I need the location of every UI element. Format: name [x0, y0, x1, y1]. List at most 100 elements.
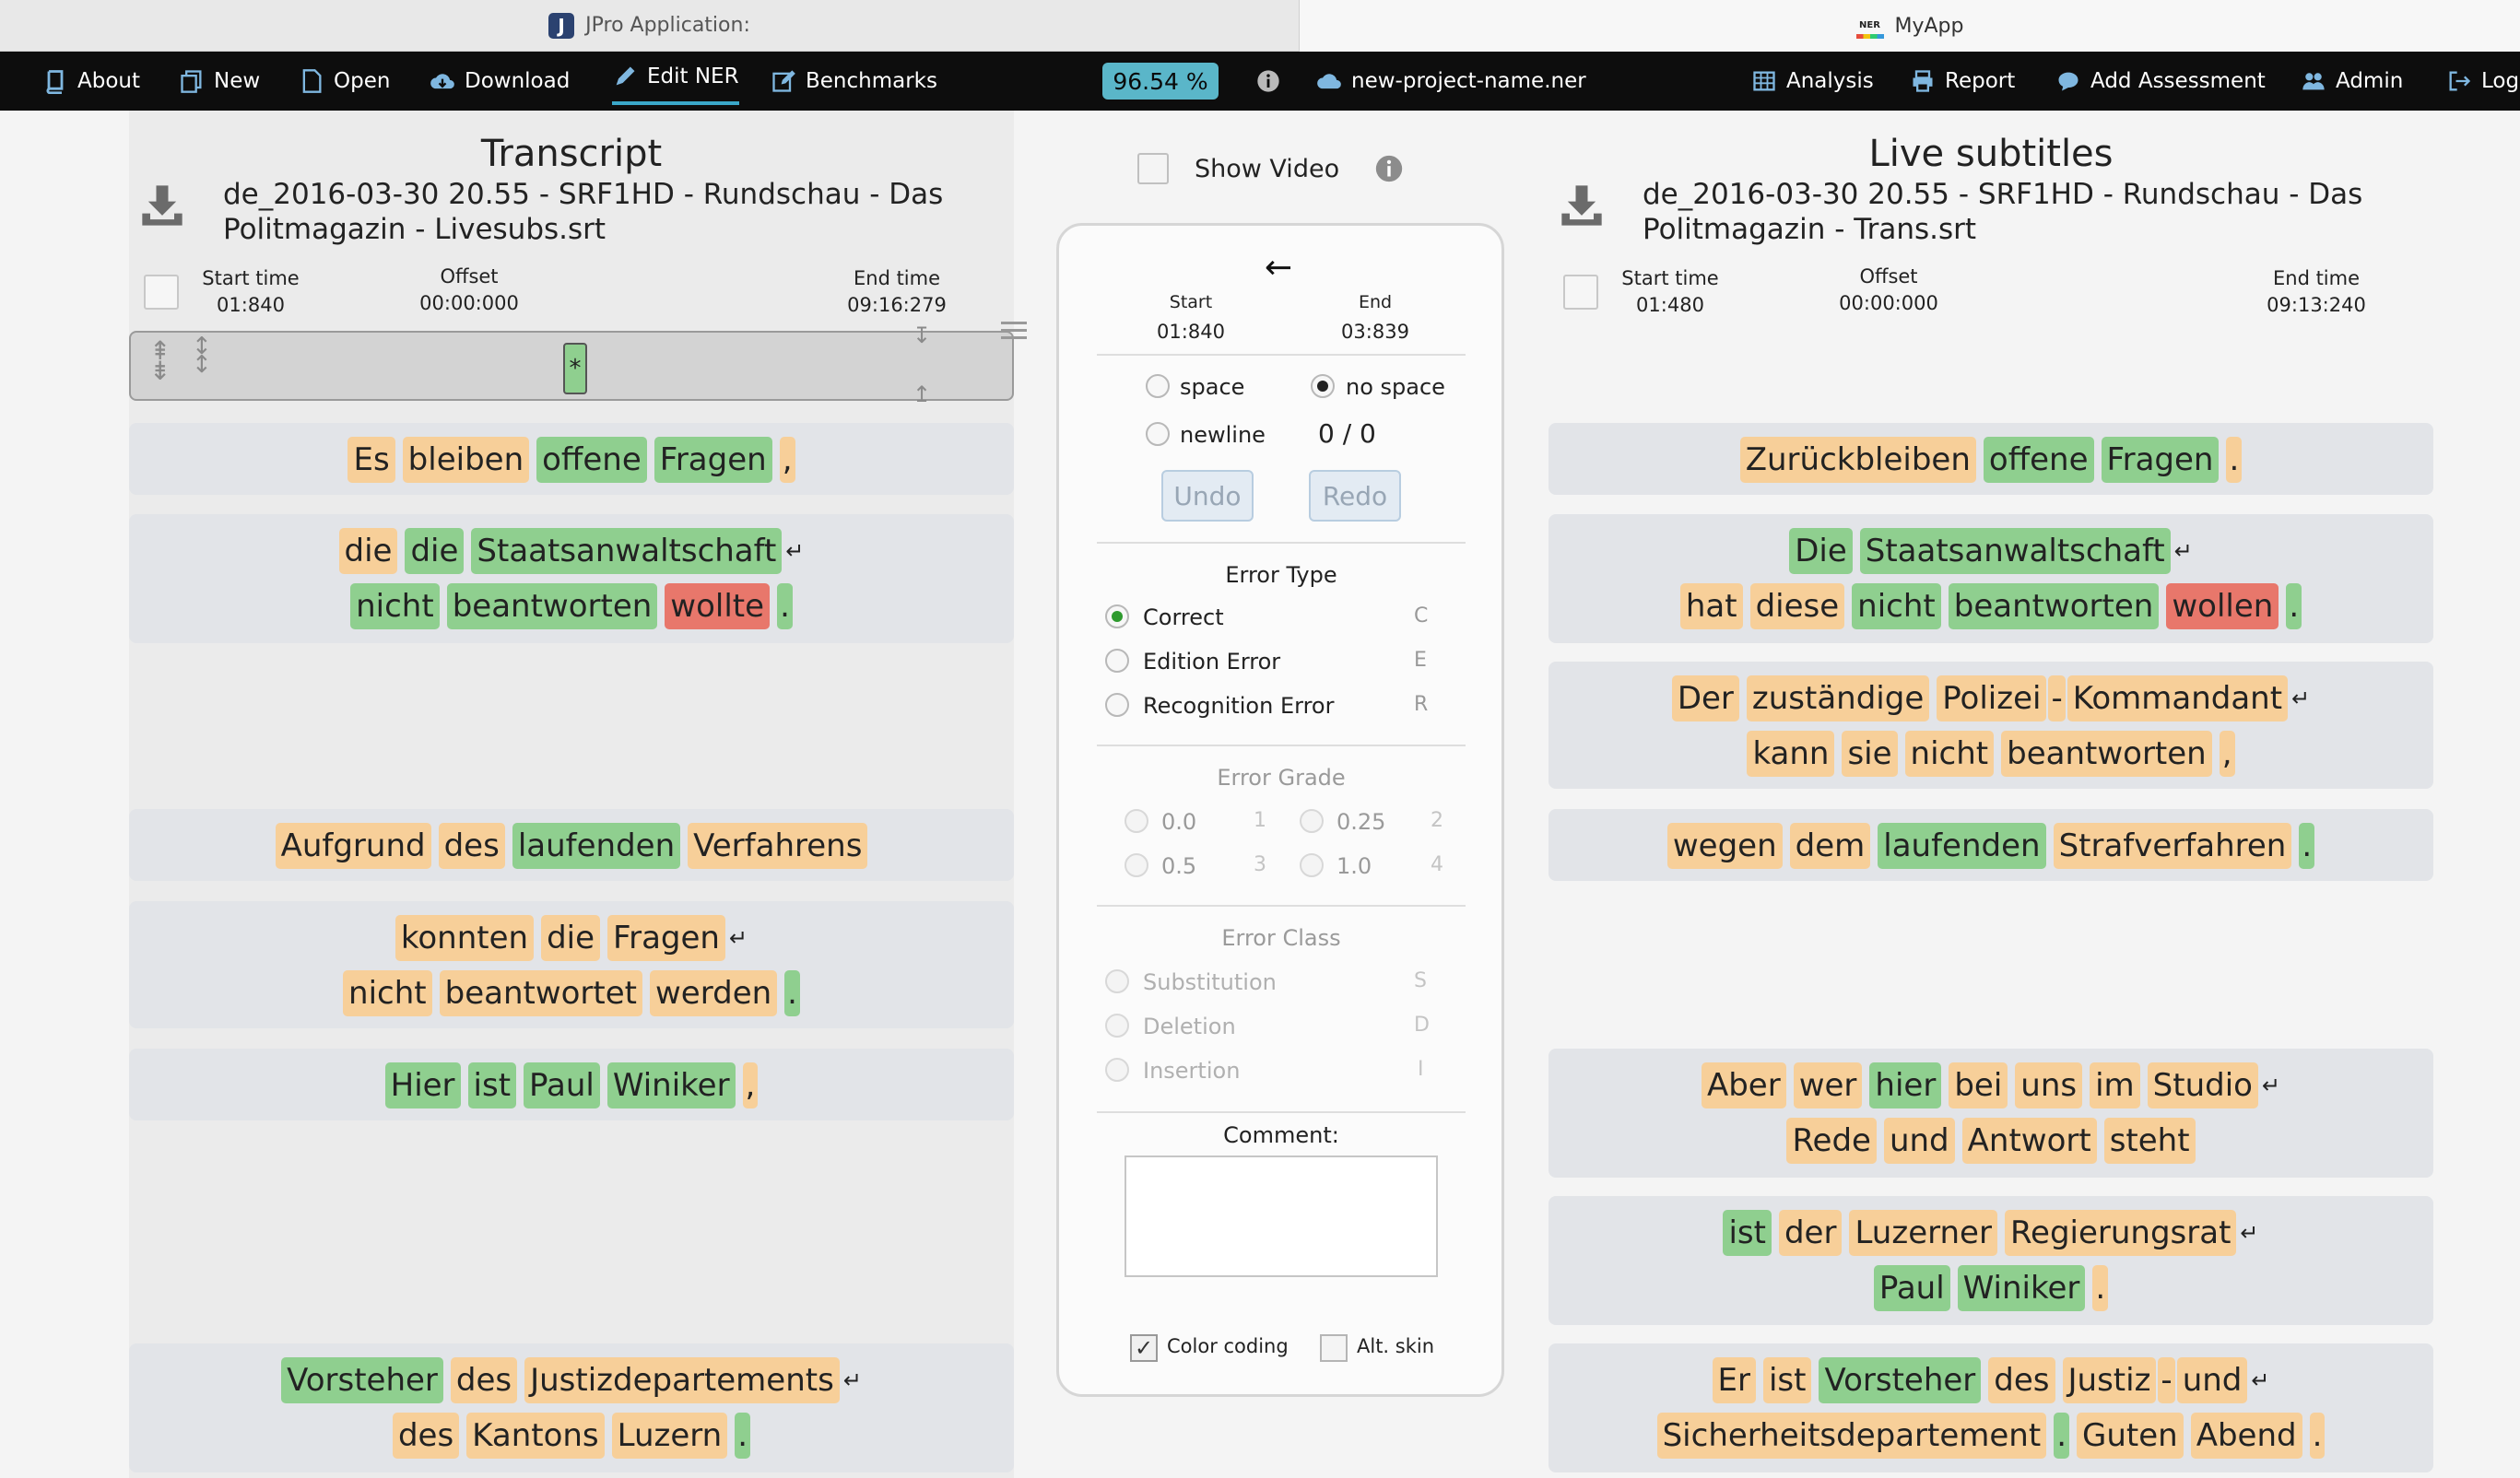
token[interactable]: Fragen — [607, 915, 725, 961]
token[interactable]: Polizei — [1937, 675, 2047, 721]
token[interactable]: wollte — [665, 583, 771, 629]
nav-about[interactable]: About — [42, 52, 140, 111]
grade-025-radio[interactable] — [1300, 809, 1324, 833]
nav-edit-ner[interactable]: Edit NER — [612, 52, 739, 105]
resize-vertical-icon[interactable]: ↕ ↕ — [192, 334, 212, 377]
token[interactable]: Regierungsrat — [2004, 1210, 2237, 1256]
transcript-segment[interactable]: die die Staatsanwaltschaft ↵ nicht beant… — [129, 514, 1014, 643]
transcript-segment[interactable]: konnten die Fragen ↵ nicht beantwortet w… — [129, 901, 1014, 1028]
token[interactable]: Aber — [1701, 1062, 1786, 1108]
token[interactable]: und — [2176, 1357, 2248, 1403]
redo-button[interactable]: Redo — [1309, 470, 1401, 522]
transcript-checkbox[interactable] — [144, 275, 179, 310]
token[interactable]: wegen — [1666, 823, 1783, 869]
subtitle-segment[interactable]: Die Staatsanwaltschaft ↵ hat diese nicht… — [1549, 514, 2433, 643]
token[interactable]: die — [541, 915, 601, 961]
show-video-checkbox[interactable] — [1137, 153, 1169, 184]
token[interactable]: die — [338, 528, 398, 574]
subtitle-segment[interactable]: Zurückbleiben offene Fragen . — [1549, 423, 2433, 495]
token[interactable]: bleiben — [402, 437, 530, 483]
download-icon[interactable] — [138, 181, 186, 234]
token[interactable]: Staatsanwaltschaft — [1859, 528, 2171, 574]
nav-add-assessment[interactable]: Add Assessment — [2055, 52, 2266, 111]
space-radio[interactable] — [1146, 374, 1170, 398]
token[interactable]: Guten — [2077, 1413, 2184, 1459]
transcript-segment[interactable]: Vorsteher des Justizdepartements ↵ des K… — [129, 1343, 1014, 1472]
newline-radio[interactable] — [1146, 422, 1170, 446]
show-video-info-icon[interactable] — [1373, 153, 1405, 188]
token[interactable]: Winiker — [1957, 1265, 2086, 1311]
token[interactable]: , — [742, 1062, 759, 1108]
token[interactable]: - — [2048, 675, 2066, 721]
nav-open[interactable]: Open — [299, 52, 390, 111]
token[interactable]: Staatsanwaltschaft — [471, 528, 783, 574]
edition-error-radio[interactable] — [1105, 649, 1129, 673]
token[interactable]: ist — [1762, 1357, 1812, 1403]
subtitle-segment[interactable]: Der zuständige Polizei - Kommandant ↵ ka… — [1549, 662, 2433, 789]
token[interactable]: - — [2158, 1357, 2175, 1403]
token[interactable]: der — [1778, 1210, 1843, 1256]
token[interactable]: Kantons — [466, 1413, 605, 1459]
back-arrow-icon[interactable]: ← — [1265, 249, 1292, 287]
token[interactable]: des — [450, 1357, 518, 1403]
token[interactable]: , — [779, 437, 795, 483]
token[interactable]: Hier — [384, 1062, 461, 1108]
expand-collapse-icon[interactable]: ⇞ ⇟ — [149, 338, 171, 384]
current-marker[interactable]: * — [563, 343, 587, 394]
token[interactable]: . — [2092, 1265, 2109, 1311]
token[interactable]: ist — [1723, 1210, 1772, 1256]
token[interactable]: werden — [650, 970, 778, 1016]
token[interactable]: . — [2309, 1413, 2326, 1459]
token[interactable]: . — [2226, 437, 2243, 483]
token[interactable]: Vorsteher — [281, 1357, 443, 1403]
subtitle-segment[interactable]: ist der Luzerner Regierungsrat ↵ Paul Wi… — [1549, 1196, 2433, 1325]
token[interactable]: Winiker — [606, 1062, 736, 1108]
end-handle-bottom-icon[interactable]: ↥ — [913, 381, 931, 407]
token[interactable]: laufenden — [512, 823, 681, 869]
browser-tab-myapp[interactable]: NER MyApp — [1300, 0, 2520, 52]
token[interactable]: Der — [1671, 675, 1739, 721]
color-coding-checkbox[interactable]: ✓ — [1130, 1334, 1158, 1362]
grade-1-radio[interactable] — [1300, 853, 1324, 877]
transcript-segment[interactable]: Hier ist Paul Winiker , — [129, 1049, 1014, 1120]
nav-analysis[interactable]: Analysis — [1751, 52, 1874, 111]
hamburger-menu-icon[interactable] — [1001, 317, 1027, 344]
token[interactable]: Antwort — [1961, 1118, 2097, 1164]
nav-project[interactable]: new-project-name.ner — [1316, 52, 1586, 111]
token[interactable]: Strafverfahren — [2053, 823, 2292, 869]
token[interactable]: Es — [347, 437, 395, 483]
token[interactable]: . — [2299, 823, 2315, 869]
token[interactable]: Paul — [524, 1062, 600, 1108]
token[interactable]: . — [777, 583, 793, 629]
subtitle-segment[interactable]: Aber wer hier bei uns im Studio ↵ Rede u… — [1549, 1049, 2433, 1178]
grade-0-radio[interactable] — [1125, 809, 1148, 833]
token[interactable]: nicht — [1904, 731, 1995, 777]
no-space-radio[interactable] — [1311, 374, 1335, 398]
token[interactable]: Justizdepartements — [524, 1357, 840, 1403]
token[interactable]: konnten — [394, 915, 535, 961]
comment-textarea[interactable] — [1125, 1155, 1438, 1277]
token[interactable]: offene — [1983, 437, 2094, 483]
subtitles-checkbox[interactable] — [1563, 275, 1598, 310]
token[interactable]: Verfahrens — [688, 823, 868, 869]
token[interactable]: bei — [1949, 1062, 2008, 1108]
token[interactable]: . — [2054, 1413, 2069, 1459]
token[interactable]: nicht — [343, 970, 432, 1016]
token[interactable]: hier — [1869, 1062, 1942, 1108]
token[interactable]: laufenden — [1878, 823, 2046, 869]
token[interactable]: zuständige — [1746, 675, 1930, 721]
correct-radio[interactable] — [1105, 604, 1129, 628]
token[interactable]: wollen — [2166, 583, 2279, 629]
token[interactable]: diese — [1749, 583, 1845, 629]
substitution-radio[interactable] — [1105, 969, 1129, 993]
end-handle-top-icon[interactable]: ↧ — [913, 323, 931, 348]
token[interactable]: Zurückbleiben — [1739, 437, 1976, 483]
token[interactable]: . — [784, 970, 800, 1016]
token[interactable]: Fragen — [654, 437, 772, 483]
token[interactable]: Luzern — [611, 1413, 728, 1459]
token[interactable]: Justiz — [2062, 1357, 2157, 1403]
deletion-radio[interactable] — [1105, 1014, 1129, 1038]
download-icon[interactable] — [1558, 181, 1606, 234]
nav-logout[interactable]: Log — [2446, 52, 2519, 111]
nav-report[interactable]: Report — [1910, 52, 2015, 111]
